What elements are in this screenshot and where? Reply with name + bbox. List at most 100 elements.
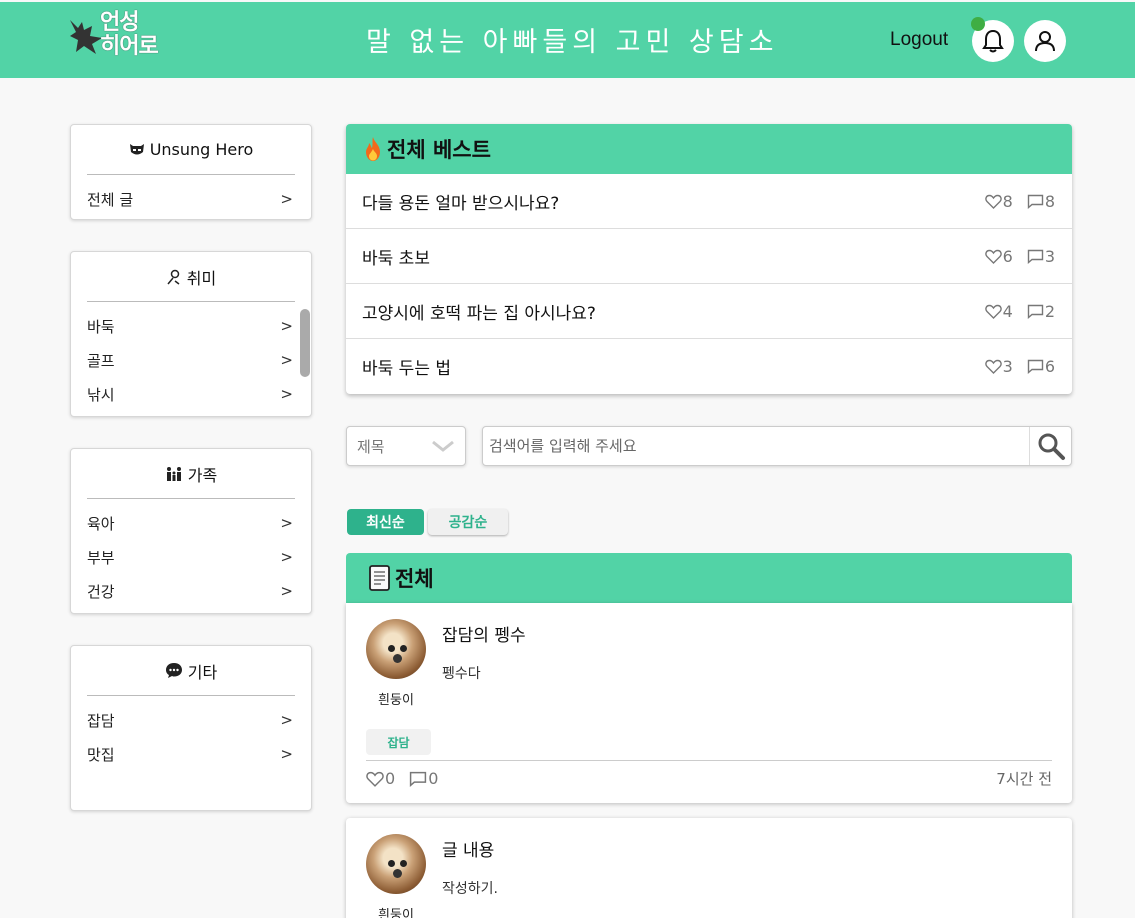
heart-icon	[984, 359, 1002, 374]
post-stats: 0 0	[366, 769, 438, 788]
sidebar-section-title: Unsung Hero	[149, 140, 254, 159]
sidebar-item-golf[interactable]: 골프 >	[71, 343, 311, 377]
sidebar-item-baduk[interactable]: 바둑 >	[71, 309, 311, 343]
sidebar-item-chat[interactable]: 잡담 >	[71, 703, 311, 737]
logo-text: 언성 히어로	[100, 10, 159, 59]
sidebar-section-hobby: 취미 바둑 > 골프 > 낚시 >	[70, 251, 312, 417]
search-input[interactable]	[489, 435, 1019, 457]
sidebar-section-header: 기타	[87, 646, 295, 696]
sidebar-section-unsung-hero: Unsung Hero 전체 글 >	[70, 124, 312, 220]
chevron-right-icon: >	[280, 351, 293, 369]
search-icon	[1038, 433, 1065, 460]
best-posts-panel: 전체 베스트 다들 용돈 얼마 받으시나요? 8 8 바둑 초보 6 3 고양시…	[346, 124, 1072, 394]
post-footer: 0 0 7시간 전	[366, 760, 1052, 796]
comment-count: 2	[1044, 301, 1055, 321]
like-count: 6	[1002, 246, 1013, 266]
chevron-right-icon: >	[280, 745, 293, 763]
comment-stat: 8	[1027, 192, 1055, 211]
site-title: 말 없는 아빠들의 고민 상담소	[366, 27, 779, 58]
chevron-right-icon: >	[280, 385, 293, 403]
sort-likes-button[interactable]: 공감순	[428, 509, 508, 535]
post-category-tag[interactable]: 잡담	[366, 729, 431, 755]
all-posts-title: 전체	[395, 567, 434, 591]
best-post-row[interactable]: 바둑 초보 6 3	[346, 229, 1072, 284]
like-count: 0	[385, 769, 396, 788]
chevron-right-icon: >	[280, 514, 293, 532]
sidebar-item-label: 바둑	[87, 317, 115, 336]
heart-icon	[984, 304, 1002, 319]
profile-button[interactable]	[1024, 20, 1066, 62]
top-header: 언성 히어로 말 없는 아빠들의 고민 상담소 Logout	[0, 2, 1135, 78]
best-post-row[interactable]: 고양시에 호떡 파는 집 아시나요? 4 2	[346, 284, 1072, 339]
sidebar-item-health[interactable]: 건강 >	[71, 574, 311, 608]
comment-stat: 3	[1027, 247, 1055, 266]
chevron-right-icon: >	[280, 711, 293, 729]
like-count: 3	[1002, 357, 1013, 376]
sidebar-section-family: 가족 육아 > 부부 > 건강 >	[70, 448, 312, 614]
fire-icon	[361, 136, 385, 162]
sidebar-item-parenting[interactable]: 육아 >	[71, 506, 311, 540]
best-posts-title: 전체 베스트	[387, 138, 491, 162]
comment-stat: 2	[1027, 302, 1055, 321]
avatar	[366, 834, 426, 894]
best-post-row[interactable]: 다들 용돈 얼마 받으시나요? 8 8	[346, 174, 1072, 229]
heart-icon	[984, 194, 1002, 209]
post-stats: 8 8	[971, 192, 1055, 211]
sort-newest-button[interactable]: 최신순	[347, 509, 424, 535]
sidebar-item-label: 건강	[87, 582, 115, 601]
sidebar-item-label: 잡담	[87, 711, 115, 730]
chevron-right-icon: >	[280, 548, 293, 566]
post-card[interactable]: 흰둥이 잡담의 펭수 펭수다 잡담 0 0 7시간 전	[346, 603, 1072, 803]
sidebar-item-all-posts[interactable]: 전체 글 >	[71, 182, 311, 216]
post-time: 7시간 전	[996, 770, 1052, 788]
logo-line-1: 언성	[100, 10, 139, 35]
post-stats: 3 6	[971, 357, 1055, 376]
comment-count: 0	[428, 769, 439, 788]
sidebar-item-label: 낚시	[87, 385, 115, 404]
sidebar-item-label: 부부	[87, 548, 115, 567]
comment-stat: 6	[1027, 357, 1055, 376]
best-post-title: 다들 용돈 얼마 받으시나요?	[362, 193, 560, 214]
search-box	[482, 426, 1072, 466]
comment-count: 3	[1044, 246, 1055, 266]
sidebar-section-etc: 기타 잡담 > 맛집 >	[70, 645, 312, 811]
best-post-row[interactable]: 바둑 두는 법 3 6	[346, 339, 1072, 394]
post-stats: 6 3	[971, 247, 1055, 266]
sidebar-item-fishing[interactable]: 낚시 >	[71, 377, 311, 411]
best-posts-header: 전체 베스트	[346, 124, 1072, 174]
sidebar-item-couple[interactable]: 부부 >	[71, 540, 311, 574]
comment-count: 6	[1044, 357, 1055, 376]
post-author: 흰둥이	[378, 693, 414, 708]
heart-icon	[984, 249, 1002, 264]
sidebar-item-restaurants[interactable]: 맛집 >	[71, 737, 311, 771]
mask-icon	[129, 143, 145, 157]
search-type-select[interactable]: 제목	[346, 426, 466, 466]
logout-button[interactable]: Logout	[890, 29, 948, 51]
like-stat: 8	[984, 192, 1013, 211]
chevron-right-icon: >	[280, 582, 293, 600]
search-button[interactable]	[1029, 427, 1071, 465]
like-stat: 6	[984, 246, 1013, 266]
bell-icon	[982, 29, 1004, 53]
post-body: 작성하기.	[442, 881, 498, 897]
sidebar-item-label: 골프	[87, 351, 115, 370]
sidebar-section-title: 가족	[187, 465, 218, 485]
comment-icon	[1027, 194, 1044, 209]
heart-icon	[366, 771, 384, 787]
post-stats: 4 2	[971, 302, 1055, 321]
like-stat[interactable]: 0	[366, 769, 395, 788]
site-logo[interactable]: 언성 히어로	[68, 10, 168, 64]
chevron-right-icon: >	[280, 317, 293, 335]
best-post-title: 고양시에 호떡 파는 집 아시나요?	[362, 303, 596, 324]
comment-icon	[1027, 359, 1044, 374]
comment-count: 8	[1044, 191, 1055, 211]
post-card[interactable]: 흰둥이 글 내용 작성하기.	[346, 818, 1072, 918]
comment-stat: 0	[409, 769, 438, 788]
sidebar-scrollbar[interactable]	[300, 309, 310, 377]
best-post-title: 바둑 초보	[362, 248, 430, 269]
sidebar-section-title: 기타	[187, 662, 218, 682]
avatar	[366, 619, 426, 679]
post-title: 글 내용	[442, 841, 495, 861]
sidebar-section-header: 취미	[87, 252, 295, 302]
family-icon	[165, 466, 183, 482]
